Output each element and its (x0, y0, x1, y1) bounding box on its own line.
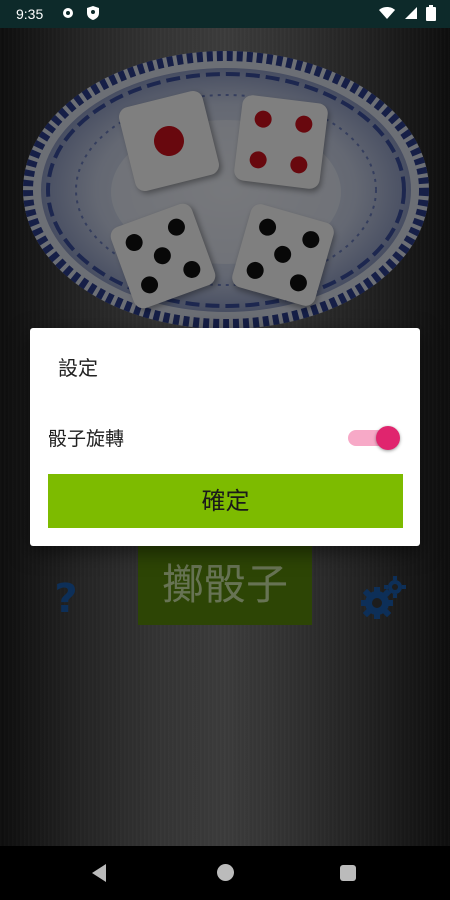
navigation-bar (0, 846, 450, 900)
status-icons-right (378, 5, 436, 21)
recent-apps-icon[interactable] (340, 865, 356, 881)
dialog-title: 設定 (58, 356, 98, 380)
status-bar: 9:35 (0, 0, 450, 28)
settings-dialog: 設定 骰子旋轉 確定 (30, 328, 420, 546)
home-icon[interactable] (217, 864, 234, 881)
back-icon[interactable] (92, 864, 106, 882)
switch-thumb (376, 426, 400, 450)
shield-icon (87, 6, 99, 20)
confirm-button[interactable]: 確定 (48, 474, 403, 528)
wifi-icon (379, 7, 395, 19)
settings-gear-icon (63, 8, 73, 18)
status-icons-left (60, 5, 100, 21)
dice-rotation-label: 骰子旋轉 (48, 428, 125, 450)
status-time: 9:35 (16, 6, 44, 22)
battery-icon (426, 5, 436, 21)
dice-rotation-switch[interactable] (346, 424, 400, 450)
signal-icon (405, 7, 417, 19)
